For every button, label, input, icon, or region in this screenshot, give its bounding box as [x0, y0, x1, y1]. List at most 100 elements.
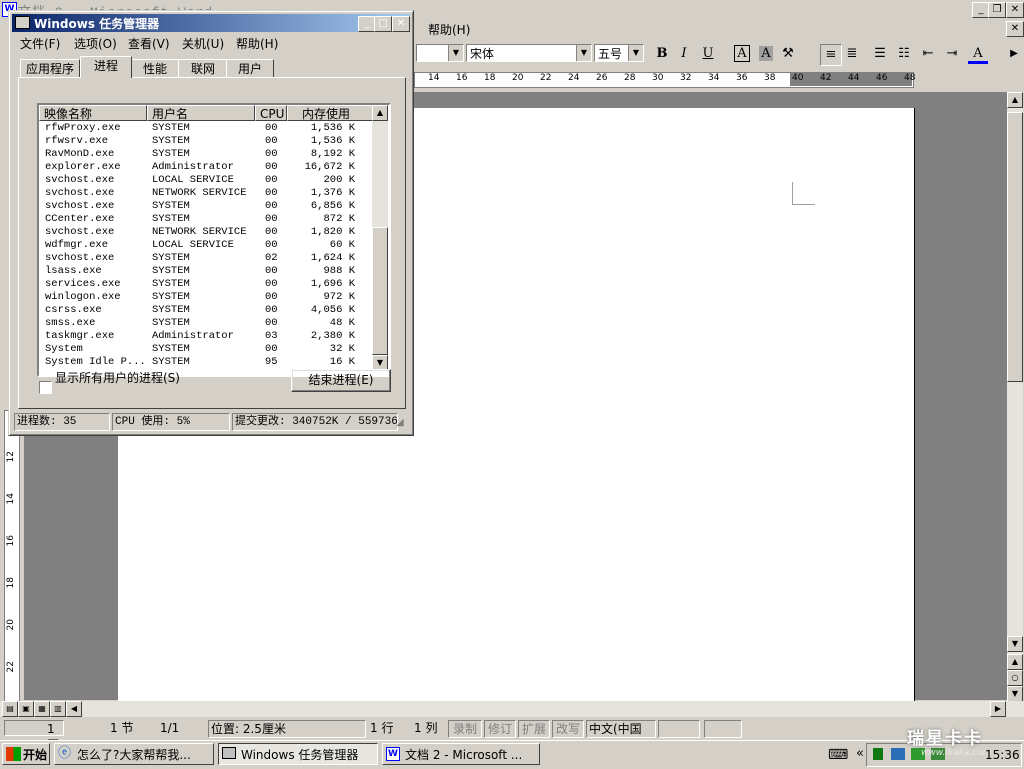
- taskmgr-maximize-button[interactable]: □: [374, 16, 392, 32]
- scroll-thumb[interactable]: [1007, 112, 1023, 382]
- word-close-button[interactable]: ✕: [1006, 2, 1024, 18]
- chevron-right-icon[interactable]: ▶: [1004, 44, 1024, 64]
- bullets-icon[interactable]: ☷: [894, 44, 914, 64]
- table-row[interactable]: System SYSTEM 00 32 K: [39, 343, 371, 356]
- col-image-name[interactable]: 映像名称: [39, 105, 147, 121]
- table-row[interactable]: svchost.exe SYSTEM 00 6,856 K: [39, 200, 371, 213]
- table-row[interactable]: rfwsrv.exe SYSTEM 00 1,536 K: [39, 135, 371, 148]
- table-row[interactable]: taskmgr.exe Administrator 03 2,380 K: [39, 330, 371, 343]
- scroll-up-icon[interactable]: ▲: [1007, 92, 1023, 108]
- next-page-icon[interactable]: ▼: [1007, 686, 1023, 702]
- table-row[interactable]: svchost.exe LOCAL SERVICE 00 200 K: [39, 174, 371, 187]
- show-all-users-label[interactable]: 显示所有用户的进程(S): [55, 369, 180, 386]
- table-row[interactable]: CCenter.exe SYSTEM 00 872 K: [39, 213, 371, 226]
- table-row[interactable]: wdfmgr.exe LOCAL SERVICE 00 60 K: [39, 239, 371, 252]
- print-view-icon[interactable]: ▦: [34, 701, 50, 717]
- table-row[interactable]: lsass.exe SYSTEM 00 988 K: [39, 265, 371, 278]
- decrease-indent-icon[interactable]: ⇤: [918, 44, 938, 64]
- status-extra: [704, 720, 742, 738]
- tab-users[interactable]: 用户: [226, 59, 274, 78]
- font-name-combo[interactable]: 宋体 ▼: [466, 44, 592, 62]
- scroll-up-icon[interactable]: ▲: [372, 105, 388, 121]
- italic-icon[interactable]: I: [674, 44, 694, 64]
- style-combo[interactable]: ▼: [416, 44, 464, 62]
- scroll-right-icon[interactable]: ▶: [990, 701, 1006, 717]
- normal-view-icon[interactable]: ▤: [2, 701, 18, 717]
- status-rec[interactable]: 录制: [448, 720, 482, 738]
- underline-icon[interactable]: U: [698, 44, 718, 64]
- col-cpu[interactable]: CPU: [255, 105, 287, 121]
- outline-view-icon[interactable]: ▥: [50, 701, 66, 717]
- word-menu-help[interactable]: 帮助(H): [428, 21, 470, 38]
- resize-grip-icon[interactable]: ◢: [396, 417, 404, 428]
- font-size-combo[interactable]: 五号 ▼: [594, 44, 644, 62]
- end-process-button[interactable]: 结束进程(E): [291, 369, 391, 392]
- col-user-name[interactable]: 用户名: [147, 105, 255, 121]
- scroll-thumb[interactable]: [372, 227, 388, 355]
- word-vertical-scrollbar[interactable]: ▲ ▼ ▲ ○ ▼: [1007, 92, 1023, 702]
- prev-page-icon[interactable]: ▲: [1007, 654, 1023, 670]
- table-row[interactable]: winlogon.exe SYSTEM 00 972 K: [39, 291, 371, 304]
- menu-options[interactable]: 选项(O): [74, 35, 117, 52]
- scroll-left-icon[interactable]: ◀: [66, 701, 82, 717]
- align-justify-icon[interactable]: ≡: [820, 44, 842, 66]
- char-scale-icon[interactable]: ⚒: [778, 44, 798, 64]
- table-row[interactable]: svchost.exe SYSTEM 02 1,624 K: [39, 252, 371, 265]
- numbering-icon[interactable]: ☰: [870, 44, 890, 64]
- expand-tray-icon[interactable]: «: [856, 746, 864, 761]
- table-row[interactable]: smss.exe SYSTEM 00 48 K: [39, 317, 371, 330]
- status-ext[interactable]: 扩展: [518, 720, 550, 738]
- table-row[interactable]: csrss.exe SYSTEM 00 4,056 K: [39, 304, 371, 317]
- show-all-users-checkbox[interactable]: [39, 381, 52, 394]
- col-memory[interactable]: 内存使用: [287, 105, 373, 121]
- select-browse-object-icon[interactable]: ○: [1007, 670, 1023, 686]
- web-view-icon[interactable]: ▣: [18, 701, 34, 717]
- vertical-ruler[interactable]: 12 14 16 18 20 22: [4, 410, 20, 702]
- menu-shutdown[interactable]: 关机(U): [182, 35, 224, 52]
- status-trk[interactable]: 修订: [484, 720, 516, 738]
- task-taskmgr[interactable]: Windows 任务管理器: [218, 743, 378, 765]
- tab-processes[interactable]: 进程: [80, 56, 132, 78]
- process-list-scrollbar[interactable]: ▲ ▼: [372, 105, 388, 371]
- menu-file[interactable]: 文件(F): [20, 35, 60, 52]
- chevron-down-icon[interactable]: ▼: [576, 45, 591, 61]
- table-row[interactable]: System Idle P... SYSTEM 95 16 K: [39, 356, 371, 369]
- increase-indent-icon[interactable]: ⇥: [942, 44, 962, 64]
- word-horizontal-scrollbar-row: ▤ ▣ ▦ ▥ ◀ ▶: [0, 701, 1024, 717]
- table-row[interactable]: services.exe SYSTEM 00 1,696 K: [39, 278, 371, 291]
- menu-help[interactable]: 帮助(H): [236, 35, 278, 52]
- tab-applications[interactable]: 应用程序: [20, 59, 80, 78]
- table-row[interactable]: svchost.exe NETWORK SERVICE 00 1,820 K: [39, 226, 371, 239]
- taskmgr-titlebar[interactable]: Windows 任务管理器 _ □ ✕: [12, 14, 410, 32]
- table-row[interactable]: svchost.exe NETWORK SERVICE 00 1,376 K: [39, 187, 371, 200]
- table-row[interactable]: RavMonD.exe SYSTEM 00 8,192 K: [39, 148, 371, 161]
- clock[interactable]: 15:36: [985, 748, 1020, 762]
- chevron-down-icon[interactable]: ▼: [628, 45, 643, 61]
- table-row[interactable]: rfwProxy.exe SYSTEM 00 1,536 K: [39, 122, 371, 135]
- chevron-down-icon[interactable]: ▼: [448, 45, 463, 61]
- status-ovr[interactable]: 改写: [552, 720, 584, 738]
- tab-networking[interactable]: 联网: [178, 59, 228, 78]
- start-button[interactable]: 开始: [2, 743, 50, 765]
- align-distributed-icon[interactable]: ≣: [842, 44, 862, 64]
- keyboard-icon[interactable]: ⌨: [828, 747, 848, 763]
- border-char-icon[interactable]: A: [732, 44, 752, 64]
- tab-performance[interactable]: 性能: [130, 59, 180, 78]
- task-ie[interactable]: ⓔ 怎么了?大家帮帮我...: [54, 743, 214, 765]
- shading-char-icon[interactable]: A: [756, 44, 776, 64]
- task-word[interactable]: W 文档 2 - Microsoft ...: [382, 743, 540, 765]
- taskmgr-close-button[interactable]: ✕: [392, 16, 410, 32]
- menu-view[interactable]: 查看(V): [128, 35, 170, 52]
- tray-app-icon[interactable]: [873, 748, 883, 760]
- word-doc-close-button[interactable]: ✕: [1006, 21, 1024, 37]
- tray-network-icon[interactable]: [891, 748, 905, 760]
- process-list[interactable]: 映像名称 用户名 CPU 内存使用 rfwProxy.exe SYSTEM 00 1,…: [37, 103, 391, 377]
- scroll-down-icon[interactable]: ▼: [1007, 636, 1023, 652]
- font-color-icon[interactable]: A: [968, 44, 988, 64]
- cell-cpu: 00: [265, 161, 278, 173]
- cell-user-name: SYSTEM: [152, 265, 190, 277]
- word-restore-button[interactable]: ❐: [988, 2, 1006, 18]
- bold-icon[interactable]: B: [652, 44, 672, 64]
- status-position: 位置: 2.5厘米: [208, 720, 366, 738]
- table-row[interactable]: explorer.exe Administrator 00 16,672 K: [39, 161, 371, 174]
